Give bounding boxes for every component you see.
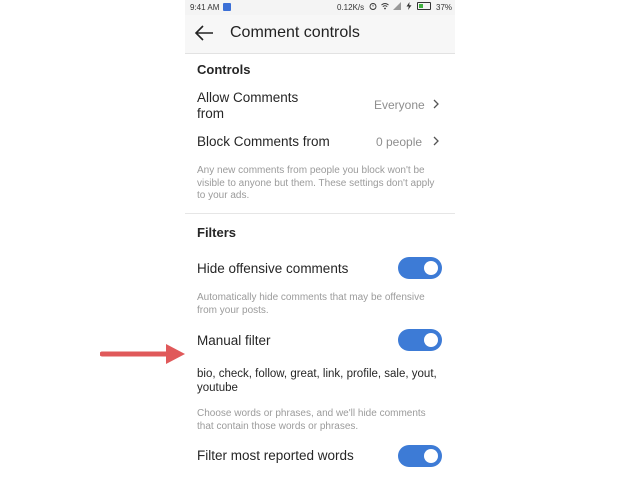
- notification-check-icon: [223, 3, 231, 11]
- battery-percent: 37%: [436, 3, 453, 12]
- chevron-right-icon: [433, 99, 439, 109]
- allow-comments-value: Everyone: [374, 98, 425, 112]
- alarm-icon: [369, 3, 377, 10]
- block-comments-note: Any new comments from people you block w…: [197, 165, 435, 201]
- page-title: Comment controls: [230, 24, 360, 41]
- phone-screen: 9:41 AM 0.12K/s 37% Comment controls Con…: [185, 0, 455, 480]
- annotation-arrow-icon: [100, 344, 185, 364]
- toggle-knob: [424, 449, 438, 463]
- hide-offensive-label: Hide offensive comments: [197, 261, 349, 276]
- chevron-right-icon: [433, 136, 439, 146]
- app-bar: Comment controls: [185, 15, 455, 54]
- section-divider: [185, 213, 455, 214]
- hide-offensive-note: Automatically hide comments that may be …: [197, 292, 425, 316]
- wifi-icon: [381, 3, 389, 10]
- manual-filter-toggle[interactable]: [398, 329, 442, 351]
- toggle-knob: [424, 261, 438, 275]
- status-speed: 0.12K/s: [337, 3, 365, 12]
- back-arrow-icon[interactable]: [194, 24, 214, 42]
- allow-comments-label: Allow Comments from: [197, 90, 299, 121]
- most-reported-toggle[interactable]: [398, 445, 442, 467]
- filter-words-list[interactable]: bio, check, follow, great, link, profile…: [197, 367, 437, 395]
- filters-section-title: Filters: [197, 225, 237, 240]
- status-bar: 9:41 AM 0.12K/s 37%: [185, 0, 455, 15]
- toggle-knob: [424, 333, 438, 347]
- most-reported-label: Filter most reported words: [197, 448, 354, 463]
- manual-filter-label: Manual filter: [197, 333, 271, 348]
- controls-section-title: Controls: [197, 62, 251, 77]
- battery-icon: [417, 2, 431, 10]
- manual-filter-note: Choose words or phrases, and we'll hide …: [197, 408, 426, 432]
- charging-icon: [406, 2, 412, 10]
- block-comments-value: 0 people: [376, 135, 423, 149]
- status-icons: [369, 2, 431, 10]
- status-time: 9:41 AM: [190, 3, 220, 12]
- hide-offensive-toggle[interactable]: [398, 257, 442, 279]
- signal-icon: [393, 2, 401, 10]
- block-comments-label: Block Comments from: [197, 134, 330, 149]
